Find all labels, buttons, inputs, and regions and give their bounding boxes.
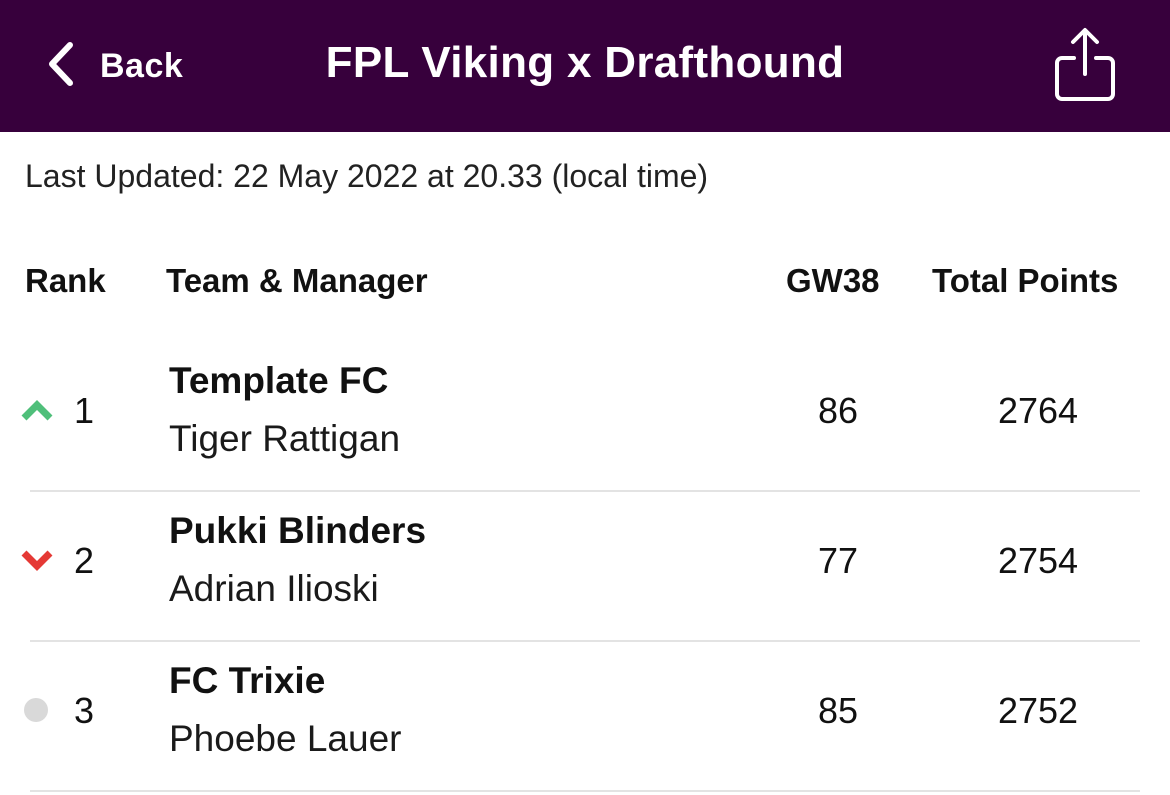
- manager-name: Phoebe Lauer: [169, 718, 402, 759]
- back-button[interactable]: Back: [44, 40, 183, 92]
- app-header: Back FPL Viking x Drafthound: [0, 0, 1170, 132]
- team-name: Pukki Blinders: [169, 510, 427, 551]
- gameweek-points: 85: [817, 690, 859, 731]
- column-header-team-manager: Team & Manager: [166, 262, 428, 299]
- manager-name: Tiger Rattigan: [169, 418, 401, 459]
- last-updated-text: Last Updated: 22 May 2022 at 20.33 (loca…: [25, 158, 709, 194]
- rank-up-icon: [20, 396, 54, 424]
- gameweek-points: 77: [817, 540, 859, 581]
- table-row[interactable]: 1 Template FC Tiger Rattigan 86 2764: [0, 342, 1170, 492]
- column-header-gw: GW38: [786, 262, 880, 299]
- manager-name: Adrian Ilioski: [169, 568, 379, 609]
- rank-down-icon: [20, 546, 54, 574]
- share-button[interactable]: [1052, 26, 1118, 104]
- column-header-total-points: Total Points: [932, 262, 1119, 299]
- team-name: Template FC: [169, 360, 389, 401]
- rank-number: 2: [74, 540, 95, 581]
- total-points: 2752: [997, 690, 1079, 731]
- column-header-rank: Rank: [25, 262, 106, 299]
- rank-unchanged-icon: [24, 698, 48, 722]
- row-divider: [30, 790, 1140, 792]
- share-icon: [1052, 28, 1118, 108]
- rank-number: 3: [74, 690, 95, 731]
- table-row[interactable]: 3 FC Trixie Phoebe Lauer 85 2752: [0, 642, 1170, 792]
- rank-number: 1: [74, 390, 95, 431]
- chevron-left-icon: [44, 41, 76, 92]
- back-label: Back: [100, 46, 184, 85]
- table-row[interactable]: 2 Pukki Blinders Adrian Ilioski 77 2754: [0, 492, 1170, 642]
- total-points: 2764: [997, 390, 1079, 431]
- gameweek-points: 86: [817, 390, 859, 431]
- total-points: 2754: [997, 540, 1079, 581]
- team-name: FC Trixie: [169, 660, 326, 701]
